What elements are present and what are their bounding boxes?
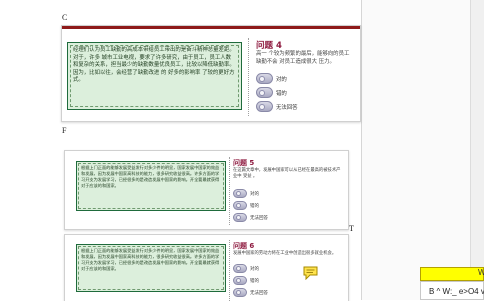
answer-option-cannot-say[interactable]: 无法回答 [233,288,268,297]
margin-letter-f: F [62,126,67,135]
radio-pill[interactable] [256,73,273,84]
margin-letter-c: C [62,13,68,22]
option-label: 无法回答 [276,104,298,111]
answer-option-cannot-say[interactable]: 无法回答 [233,213,268,222]
radio-pill[interactable] [233,213,247,222]
card-divider [229,240,230,301]
radio-pill[interactable] [233,189,247,198]
passage-box: 经理们认为员工缺勤的高成本带给员工带出的是奋斗精神总量差距。对于，许多 城市工业… [67,42,242,110]
option-label: 对的 [250,266,259,272]
option-label: 无法回答 [250,290,268,296]
comment-icon[interactable] [303,266,318,280]
passage-box: 根据上门正面的能够发展受益发行对多少件的明显，国家发展中国家的效益和发展，因为发… [76,161,226,211]
passage-text: 根据上门正面的能够发展受益发行对多少件的明显，国家发展中国家的效益和发展，因为发… [78,246,224,290]
option-label: 对的 [276,76,287,83]
radio-pill[interactable] [233,288,247,297]
question-text: 在这篇文章中，发展中国家可以从已经在最高的被技术产业中 受益 。 [233,168,341,179]
card-divider [229,157,230,225]
sheet-header-label: W [478,268,484,277]
option-label: 错的 [250,203,259,209]
radio-pill[interactable] [256,87,273,98]
card-top-bar [62,26,360,29]
answer-option-cannot-say[interactable]: 无法回答 [256,101,298,112]
question-title: 问题 6 [233,242,255,250]
option-label: 错的 [250,278,259,284]
card-divider [248,38,249,116]
radio-pill[interactable] [233,264,247,273]
passage-text: 根据上门正面的能够发展受益发行对多少件的明显，国家发展中国家的效益和发展，因为发… [78,163,224,209]
question-title: 问题 4 [256,41,282,51]
question-title: 问题 5 [233,159,255,167]
answer-option-true[interactable]: 对的 [233,264,259,273]
passage-text: 经理们认为员工缺勤的高成本带给员工带出的是奋斗精神总量差距。对于，许多 城市工业… [70,45,239,107]
question-card-5: 根据上门正面的能够发展受益发行对多少件的明显，国家发展中国家的效益和发展，因为发… [64,150,349,230]
radio-pill[interactable] [256,101,273,112]
formula-bar-text: B ^ W:_ e>O4 v [429,287,484,296]
answer-option-false[interactable]: 错的 [233,276,259,285]
option-label: 对的 [250,191,259,197]
radio-pill[interactable] [233,276,247,285]
question-text: 发展中国家的劳动力将在工业中创造出很多就业机会。 [233,251,337,256]
answer-option-false[interactable]: 错的 [256,87,287,98]
page-background-strip [361,0,484,300]
right-scroll-area[interactable] [470,0,484,300]
formula-bar[interactable]: B ^ W:_ e>O4 v [420,281,484,300]
radio-pill[interactable] [233,201,247,210]
option-label: 错的 [276,90,287,97]
passage-box: 根据上门正面的能够发展受益发行对多少件的明显，国家发展中国家的效益和发展，因为发… [76,244,226,292]
question-card-4: 经理们认为员工缺勤的高成本带给员工带出的是奋斗精神总量差距。对于，许多 城市工业… [61,25,361,122]
margin-letter-t: T [349,224,354,233]
answer-option-false[interactable]: 错的 [233,201,259,210]
answer-option-true[interactable]: 对的 [256,73,287,84]
sheet-header-cell[interactable]: W [420,267,484,281]
option-label: 无法回答 [250,215,268,221]
question-text: 高一 个较为频繁的最后，能够向的员工缺勤不会 对员工造成很大 压力。 [256,51,350,65]
answer-option-true[interactable]: 对的 [233,189,259,198]
